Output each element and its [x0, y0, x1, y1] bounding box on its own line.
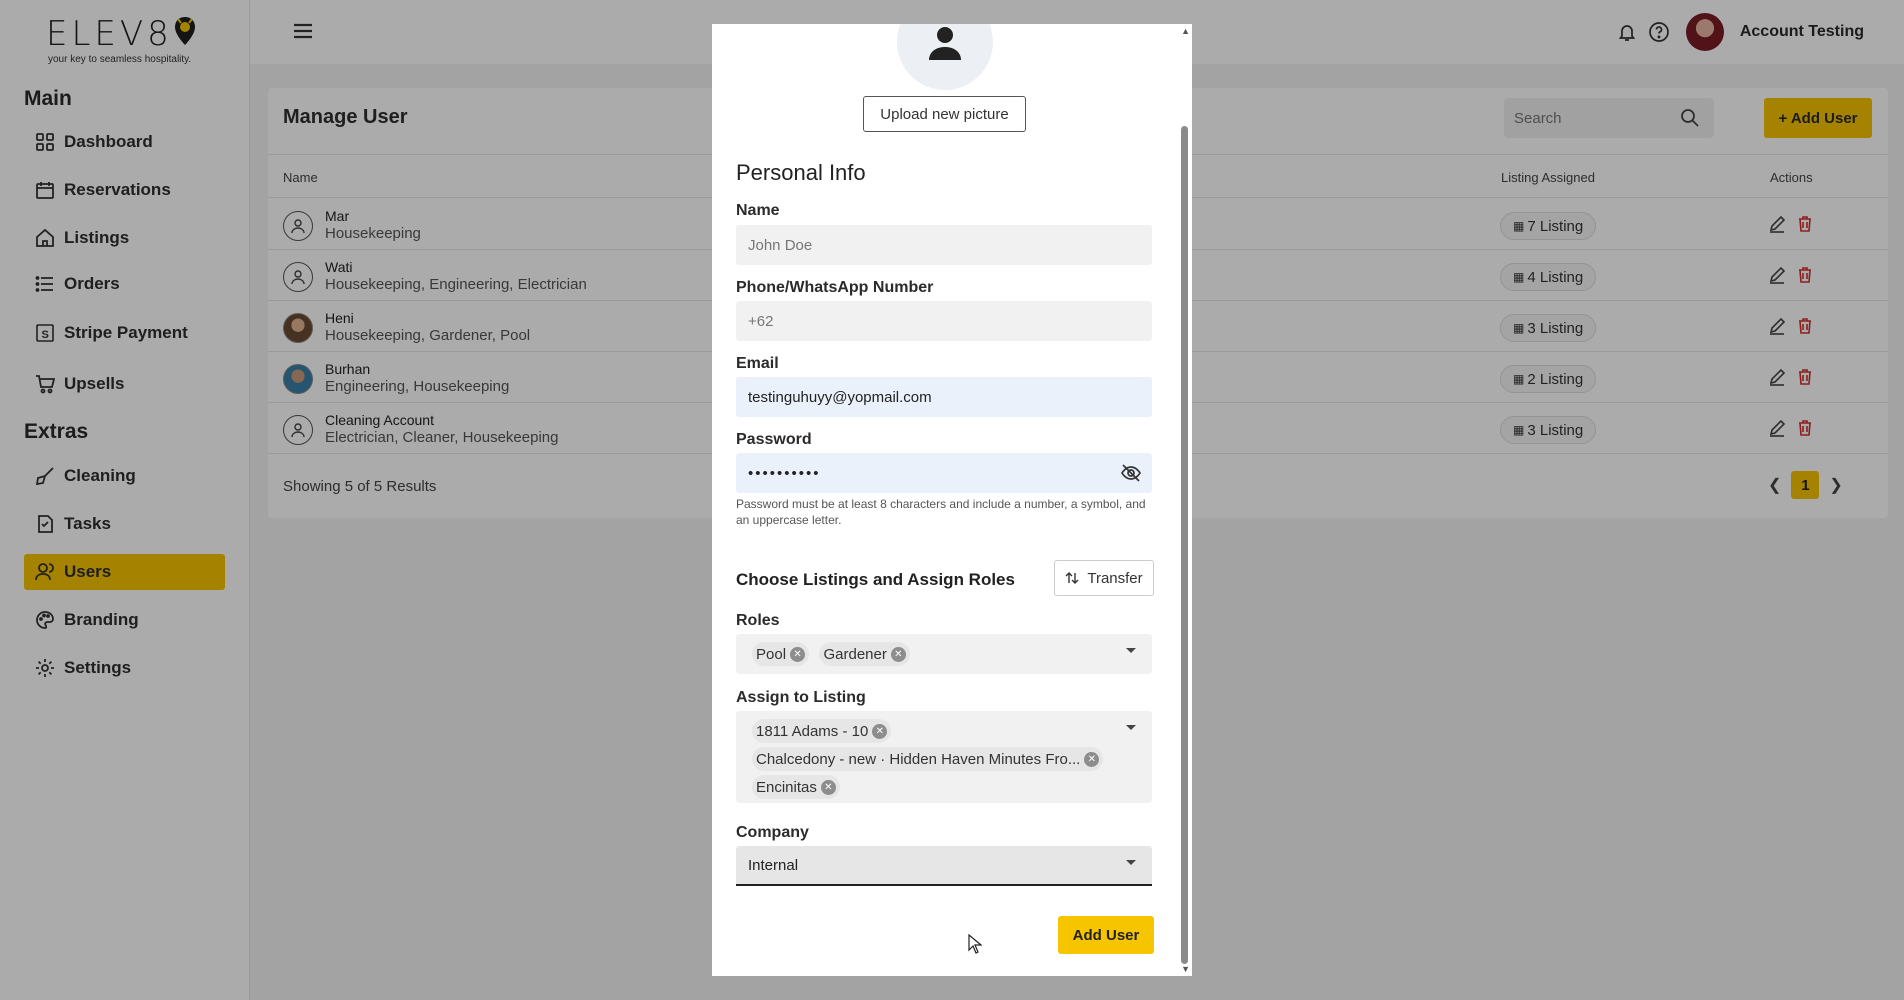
- roles-select[interactable]: Pool ✕ Gardener ✕: [736, 634, 1152, 674]
- add-user-modal: Upload new picture Personal Info Name Ph…: [712, 24, 1192, 976]
- person-icon: [929, 27, 961, 60]
- company-label: Company: [736, 824, 809, 841]
- listing-select[interactable]: 1811 Adams - 10 ✕ Chalcedony - new · Hidd…: [736, 711, 1152, 803]
- password-field[interactable]: [736, 453, 1152, 493]
- scrollbar[interactable]: ▲ ▼: [1178, 24, 1192, 976]
- section-title-personal-info: Personal Info: [736, 160, 866, 185]
- company-value: Internal: [748, 856, 799, 874]
- chip-label: 1811 Adams - 10: [756, 722, 869, 740]
- chip-label: Pool: [756, 645, 787, 663]
- submit-add-user-button[interactable]: Add User: [1058, 916, 1154, 954]
- assign-section-title: Choose Listings and Assign Roles: [736, 570, 1015, 589]
- chip-label: Gardener: [823, 645, 887, 663]
- remove-chip-icon[interactable]: ✕: [1084, 751, 1100, 767]
- email-label: Email: [736, 355, 779, 372]
- remove-chip-icon[interactable]: ✕: [790, 646, 806, 662]
- name-field[interactable]: [736, 225, 1152, 265]
- roles-label: Roles: [736, 612, 780, 629]
- chevron-down-icon[interactable]: [1126, 725, 1136, 730]
- listing-chip: Chalcedony - new · Hidden Haven Minutes …: [752, 747, 1104, 771]
- password-hint: Password must be at least 8 characters a…: [736, 497, 1146, 527]
- eye-off-icon[interactable]: [1120, 462, 1142, 484]
- phone-label: Phone/WhatsApp Number: [736, 279, 934, 296]
- listing-label: Assign to Listing: [736, 689, 866, 706]
- profile-picture: [897, 24, 993, 90]
- scroll-down-icon[interactable]: ▼: [1181, 964, 1190, 974]
- upload-picture-button[interactable]: Upload new picture: [863, 96, 1026, 132]
- email-field[interactable]: [736, 377, 1152, 417]
- chip-label: Chalcedony - new · Hidden Haven Minutes …: [756, 750, 1081, 768]
- listing-chip: 1811 Adams - 10 ✕: [752, 719, 892, 743]
- transfer-button[interactable]: Transfer: [1054, 560, 1154, 596]
- role-chip: Gardener ✕: [819, 642, 910, 666]
- phone-field[interactable]: [736, 301, 1152, 341]
- scrollbar-thumb[interactable]: [1181, 126, 1188, 964]
- chevron-down-icon[interactable]: [1126, 648, 1136, 653]
- transfer-label: Transfer: [1087, 569, 1143, 587]
- name-label: Name: [736, 202, 780, 219]
- remove-chip-icon[interactable]: ✕: [820, 779, 836, 795]
- role-chip: Pool ✕: [752, 642, 810, 666]
- remove-chip-icon[interactable]: ✕: [872, 723, 888, 739]
- password-label: Password: [736, 431, 812, 448]
- mouse-cursor-icon: [968, 934, 982, 954]
- chip-label: Encinitas: [756, 778, 817, 796]
- scroll-up-icon[interactable]: ▲: [1181, 26, 1190, 36]
- remove-chip-icon[interactable]: ✕: [890, 646, 906, 662]
- company-select[interactable]: Internal: [736, 846, 1152, 886]
- chevron-down-icon[interactable]: [1126, 860, 1136, 865]
- swap-icon: [1065, 572, 1079, 584]
- listing-chip: Encinitas ✕: [752, 775, 840, 799]
